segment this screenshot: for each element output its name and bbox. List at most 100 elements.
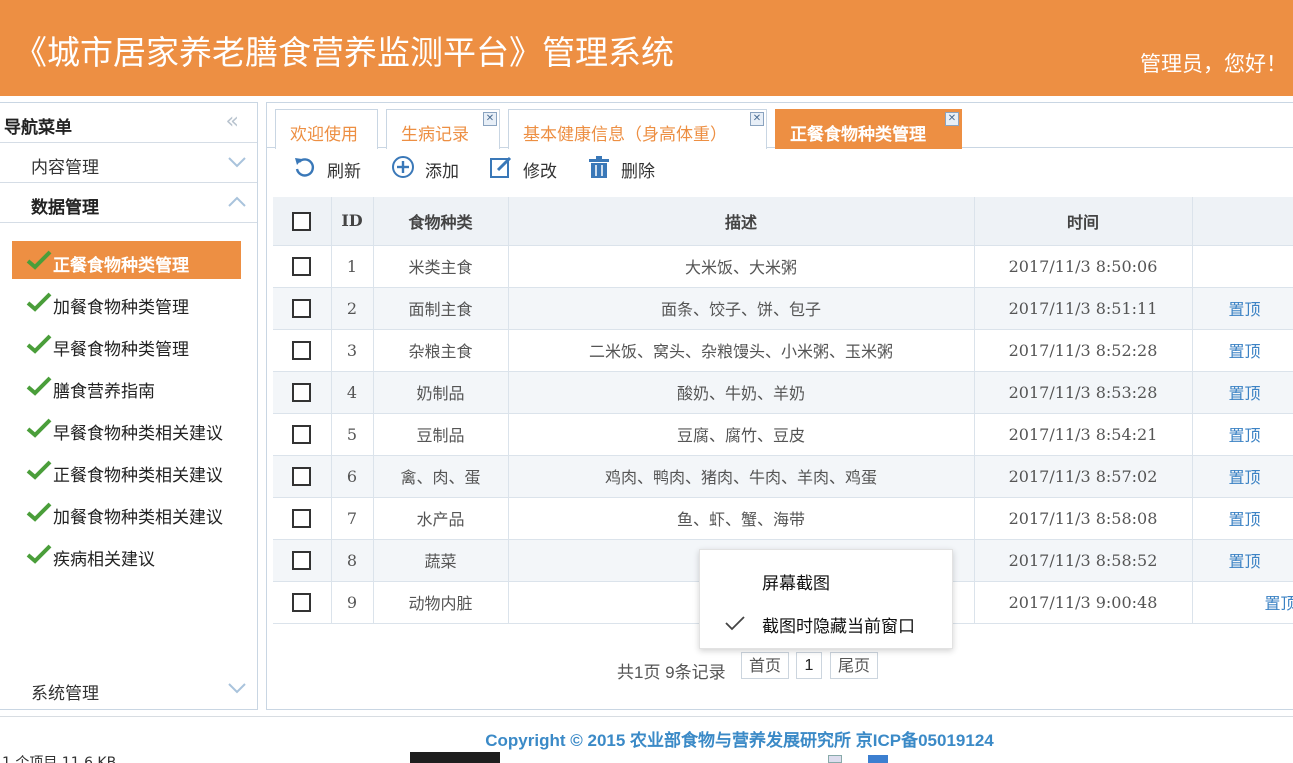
cell-category: 米类主食 (373, 244, 509, 287)
cell-category: 面制主食 (373, 286, 509, 329)
row-checkbox[interactable] (292, 383, 312, 402)
cell-category: 蔬菜 (373, 538, 509, 581)
sidebar-item-breakfast-advice[interactable]: 早餐食物种类相关建议 (12, 409, 241, 447)
sidebar-group-label: 内容管理 (31, 158, 99, 178)
cell-time: 2017/11/3 8:53:28 (974, 370, 1193, 413)
cell-category: 奶制品 (373, 370, 509, 413)
pin-top-link[interactable]: 置顶 (1192, 454, 1293, 497)
add-button[interactable]: 添加 (391, 152, 471, 182)
tab-label: 基本健康信息（身高体重） (523, 125, 727, 145)
app-title: 《城市居家养老膳食营养监测平台》管理系统 (14, 33, 674, 72)
check-icon (26, 376, 52, 396)
pin-top-link[interactable]: 置顶 (1192, 370, 1293, 413)
sidebar-item-snack-advice[interactable]: 加餐食物种类相关建议 (12, 493, 241, 531)
tab-label: 生病记录 (401, 125, 469, 145)
table-row[interactable]: 4 奶制品 酸奶、牛奶、羊奶 2017/11/3 8:53:28 置顶 (273, 370, 1293, 413)
column-header-time[interactable]: 时间 (974, 197, 1193, 245)
status-text: 1 个项目 11.6 KB (2, 755, 117, 763)
view-details-icon[interactable] (828, 755, 842, 763)
pin-top-link[interactable]: 置顶 (1192, 286, 1293, 329)
row-checkbox[interactable] (292, 509, 312, 528)
sidebar-group-system[interactable]: 系统管理 (0, 669, 257, 709)
check-icon (26, 502, 52, 522)
sidebar-item-label: 早餐食物种类相关建议 (53, 424, 223, 444)
row-checkbox[interactable] (292, 467, 312, 486)
sidebar-group-content[interactable]: 内容管理 (0, 143, 257, 183)
pin-top-link[interactable]: 置顶 (1192, 412, 1293, 455)
menu-item-label: 截图时隐藏当前窗口 (762, 617, 915, 637)
sidebar-item-label: 早餐食物种类管理 (53, 340, 189, 360)
pin-top-link[interactable]: 置顶 (1192, 580, 1293, 624)
close-icon[interactable]: ✕ (945, 112, 959, 126)
table-row[interactable]: 7 水产品 鱼、虾、蟹、海带 2017/11/3 8:58:08 置顶 (273, 496, 1293, 539)
sidebar: 导航菜单 « 内容管理 数据管理 正餐食物种类管理 加餐食物种类管理 早餐食物种… (0, 102, 258, 710)
chevron-up-icon (228, 196, 246, 207)
tab-meal-food-types[interactable]: 正餐食物种类管理 ✕ (775, 109, 962, 149)
cell-id: 2 (331, 286, 374, 329)
row-select-cell (273, 328, 332, 371)
last-page-button[interactable]: 尾页 (830, 652, 878, 679)
table-row[interactable]: 5 豆制品 豆腐、腐竹、豆皮 2017/11/3 8:54:21 置顶 (273, 412, 1293, 455)
first-page-button[interactable]: 首页 (741, 652, 789, 679)
row-checkbox[interactable] (292, 593, 312, 612)
sidebar-item-nutrition-guide[interactable]: 膳食营养指南 (12, 367, 241, 405)
cell-category: 动物内脏 (373, 580, 509, 624)
pin-top-link[interactable]: 置顶 (1192, 496, 1293, 539)
toolbar: 刷新 添加 修改 删除 (267, 148, 1293, 186)
current-page-button[interactable]: 1 (796, 652, 822, 679)
check-icon (26, 250, 52, 270)
edit-button[interactable]: 修改 (489, 152, 569, 182)
sidebar-item-breakfast-food-types[interactable]: 早餐食物种类管理 (12, 325, 241, 363)
sidebar-item-label: 正餐食物种类管理 (53, 256, 189, 276)
table-row[interactable]: 6 禽、肉、蛋 鸡肉、鸭肉、猪肉、牛肉、羊肉、鸡蛋 2017/11/3 8:57… (273, 454, 1293, 497)
column-header-description[interactable]: 描述 (508, 197, 975, 245)
plus-circle-icon (392, 156, 414, 178)
taskbar-block (410, 752, 500, 763)
cell-description: 鸡肉、鸭肉、猪肉、牛肉、羊肉、鸡蛋 (508, 454, 975, 497)
table-header-row: ID 食物种类 描述 时间 (273, 197, 1293, 245)
delete-button[interactable]: 删除 (587, 152, 667, 182)
sidebar-item-snack-food-types[interactable]: 加餐食物种类管理 (12, 283, 241, 321)
row-select-cell (273, 286, 332, 329)
sidebar-group-label: 系统管理 (31, 684, 99, 704)
tab-welcome[interactable]: 欢迎使用 (275, 109, 378, 149)
sidebar-item-disease-advice[interactable]: 疾病相关建议 (12, 535, 241, 573)
footer-divider (0, 716, 1293, 717)
select-all-checkbox[interactable] (292, 211, 312, 231)
refresh-button[interactable]: 刷新 (293, 152, 373, 182)
context-menu: 屏幕截图 截图时隐藏当前窗口 (699, 549, 953, 649)
close-icon[interactable]: ✕ (483, 112, 497, 126)
table-row[interactable]: 1 米类主食 大米饭、大米粥 2017/11/3 8:50:06 (273, 244, 1293, 287)
row-checkbox[interactable] (292, 257, 312, 276)
tab-sick-records[interactable]: 生病记录 ✕ (386, 109, 500, 149)
row-select-cell (273, 580, 332, 624)
menu-item-screenshot[interactable]: 屏幕截图 (700, 560, 954, 600)
sidebar-group-data[interactable]: 数据管理 (0, 183, 257, 223)
sidebar-item-meal-food-types[interactable]: 正餐食物种类管理 (12, 241, 241, 279)
column-header-id[interactable]: ID (331, 197, 374, 245)
cell-id: 9 (331, 580, 374, 624)
view-icons-icon[interactable] (868, 755, 888, 763)
table-row[interactable]: 3 杂粮主食 二米饭、窝头、杂粮馒头、小米粥、玉米粥 2017/11/3 8:5… (273, 328, 1293, 371)
cell-id: 4 (331, 370, 374, 413)
sidebar-item-meal-advice[interactable]: 正餐食物种类相关建议 (12, 451, 241, 489)
sidebar-item-label: 正餐食物种类相关建议 (53, 466, 223, 486)
table-row[interactable]: 2 面制主食 面条、饺子、饼、包子 2017/11/3 8:51:11 置顶 (273, 286, 1293, 329)
close-icon[interactable]: ✕ (750, 112, 764, 126)
column-header-action (1192, 197, 1293, 245)
column-header-category[interactable]: 食物种类 (373, 197, 509, 245)
row-checkbox[interactable] (292, 425, 312, 444)
row-checkbox[interactable] (292, 341, 312, 360)
pin-top-link[interactable]: 置顶 (1192, 538, 1293, 581)
tab-bar: 欢迎使用 生病记录 ✕ 基本健康信息（身高体重） ✕ 正餐食物种类管理 ✕ (267, 103, 1293, 149)
refresh-icon (295, 158, 314, 177)
row-checkbox[interactable] (292, 299, 312, 318)
pin-top-link[interactable]: 置顶 (1192, 328, 1293, 371)
sidebar-item-label: 膳食营养指南 (53, 382, 155, 402)
sidebar-item-label: 加餐食物种类相关建议 (53, 508, 223, 528)
row-checkbox[interactable] (292, 551, 312, 570)
menu-item-hide-window[interactable]: 截图时隐藏当前窗口 (700, 603, 954, 643)
tab-basic-health[interactable]: 基本健康信息（身高体重） ✕ (508, 109, 767, 149)
cell-description: 酸奶、牛奶、羊奶 (508, 370, 975, 413)
collapse-sidebar-icon[interactable]: « (226, 109, 239, 134)
